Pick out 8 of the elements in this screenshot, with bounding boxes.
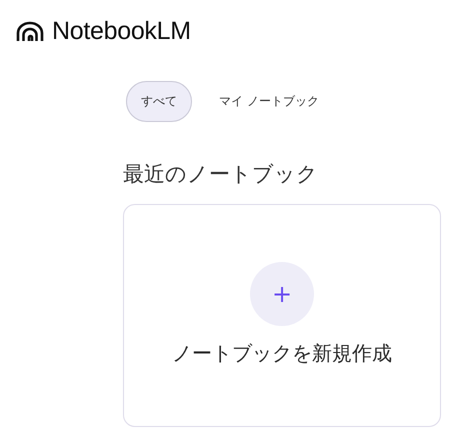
create-notebook-label: ノートブックを新規作成 (172, 340, 392, 367)
section-title: 最近のノートブック (123, 161, 319, 188)
filter-tab[interactable]: マイ ノートブック (204, 81, 334, 122)
app-name: NotebookLM (52, 16, 191, 46)
logo-icon (16, 21, 44, 41)
create-notebook-card[interactable]: + ノートブックを新規作成 (123, 204, 441, 427)
filter-tab[interactable]: すべて (126, 81, 192, 122)
add-button[interactable]: + (250, 262, 314, 326)
